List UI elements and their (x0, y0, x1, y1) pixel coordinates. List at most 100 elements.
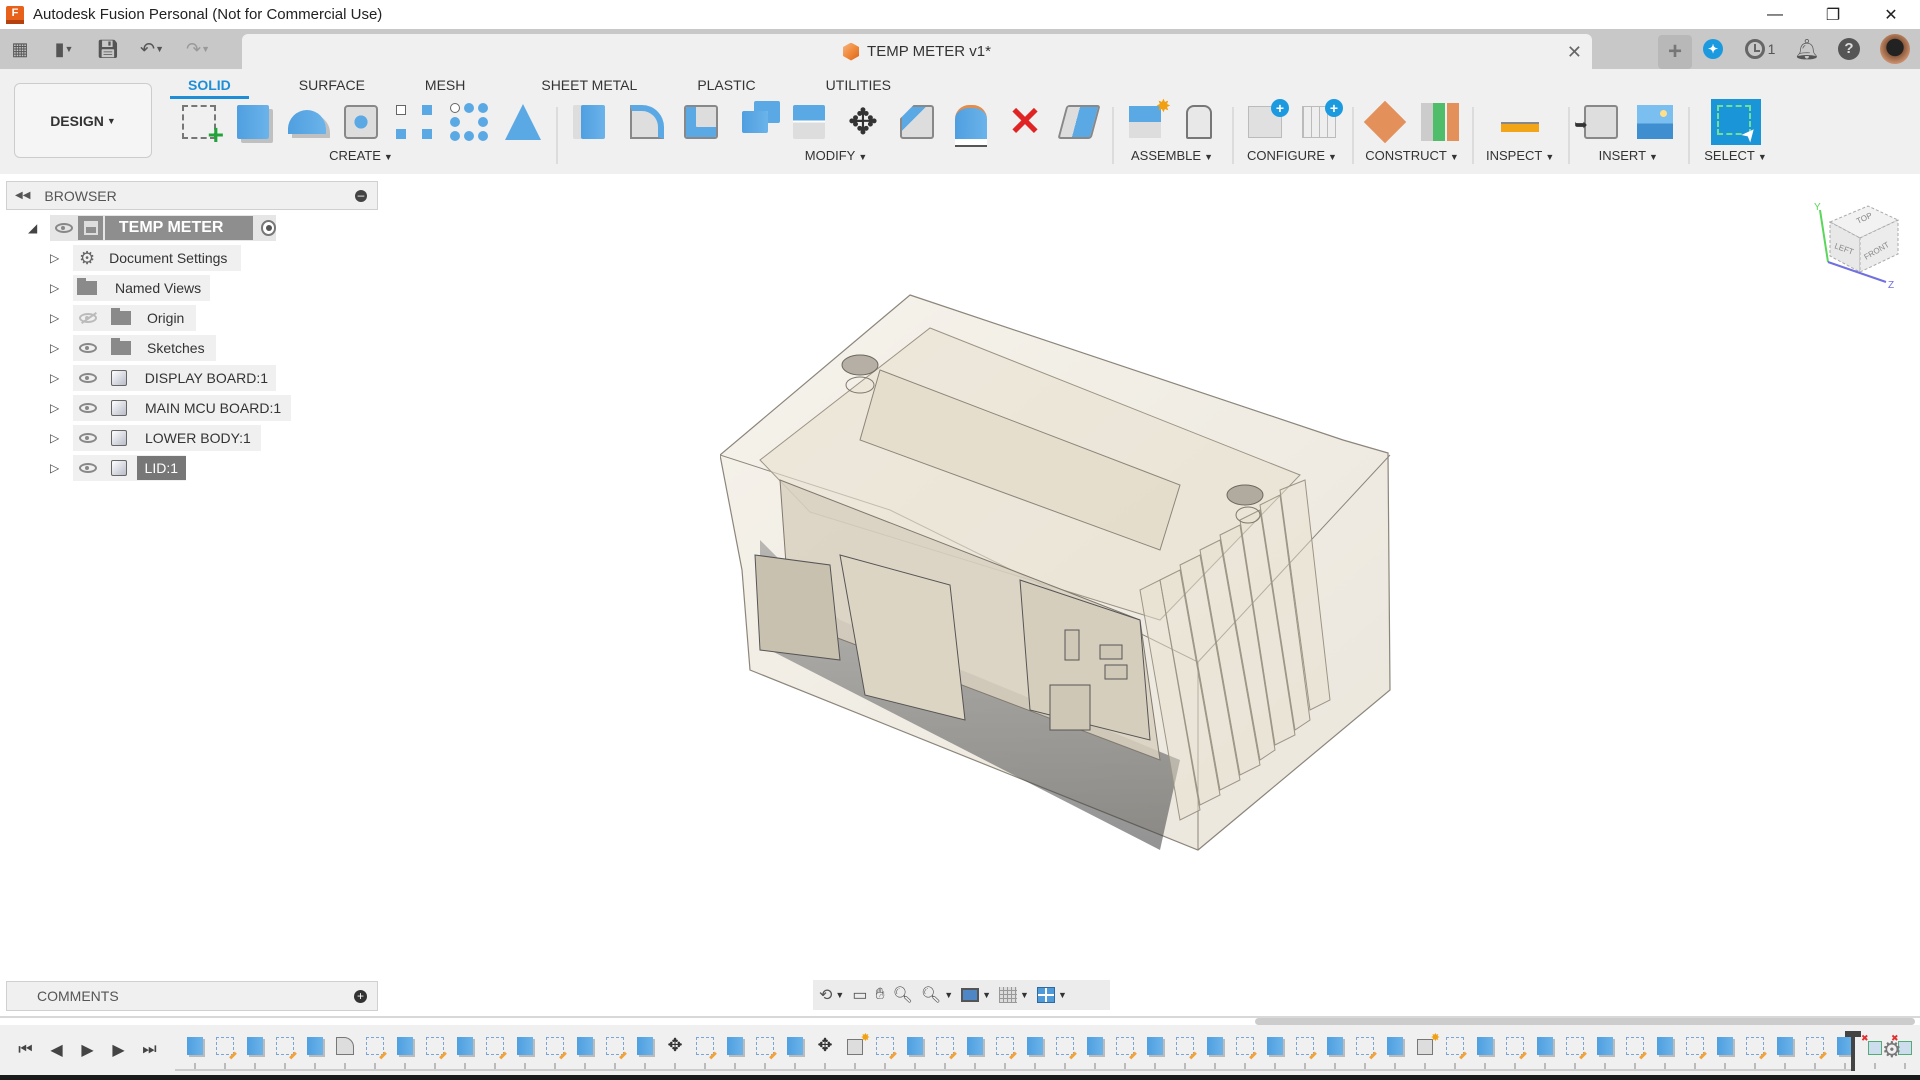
timeline-feature[interactable] (1470, 1033, 1500, 1069)
visibility-eye-icon[interactable] (50, 215, 78, 241)
timeline-feature[interactable] (570, 1033, 600, 1069)
close-tab-icon[interactable]: ✕ (1567, 42, 1582, 63)
rectangular-pattern-button[interactable] (388, 99, 442, 145)
data-panel-grid-icon[interactable]: ▦ (0, 29, 40, 69)
minimize-browser-icon[interactable]: – (355, 189, 367, 202)
timeline-feature[interactable] (690, 1033, 720, 1069)
timeline-feature[interactable] (1500, 1033, 1530, 1069)
expand-triangle-icon[interactable]: ▷ (50, 431, 62, 445)
measure-button[interactable] (1493, 99, 1547, 145)
new-component-button[interactable] (1118, 96, 1172, 145)
file-menu-icon[interactable]: ▮ ▼ (40, 29, 88, 69)
offset-plane-button[interactable] (1358, 99, 1412, 145)
timeline-feature[interactable] (210, 1033, 240, 1069)
timeline-feature[interactable] (1110, 1033, 1140, 1069)
assemble-menu[interactable]: ASSEMBLE ▼ (1131, 148, 1213, 163)
fillet-button[interactable] (620, 99, 674, 145)
press-pull-button[interactable] (566, 99, 620, 145)
component-small[interactable] (1064, 629, 1080, 661)
minimize-button[interactable]: — (1746, 0, 1804, 29)
document-tab[interactable]: TEMP METER v1* ✕ (242, 34, 1592, 69)
chamfer-button[interactable] (890, 99, 944, 145)
add-comment-icon[interactable]: + (354, 989, 367, 1003)
timeline-feature[interactable] (1350, 1033, 1380, 1069)
timeline-scrollbar[interactable] (1255, 1018, 1915, 1025)
timeline-feature[interactable] (300, 1033, 330, 1069)
timeline-feature[interactable] (390, 1033, 420, 1069)
timeline-settings-gear-icon[interactable]: ⚙ (1882, 1037, 1902, 1063)
close-window-button[interactable]: ✕ (1862, 0, 1920, 29)
component-block[interactable] (1049, 684, 1091, 731)
modify-menu[interactable]: MODIFY ▼ (805, 148, 867, 163)
hole-button[interactable] (334, 99, 388, 145)
timeline-feature[interactable]: ✥ (810, 1033, 840, 1069)
component-small[interactable] (1099, 644, 1123, 660)
timeline-feature[interactable] (900, 1033, 930, 1069)
restore-button[interactable]: ❐ (1804, 0, 1862, 29)
browser-panel-header[interactable]: ◀◀ BROWSER – (6, 181, 378, 210)
visibility-eye-icon[interactable] (73, 365, 103, 391)
configuration-table-button[interactable] (1292, 99, 1346, 145)
timeline-feature[interactable] (240, 1033, 270, 1069)
comments-panel[interactable]: COMMENTS + (6, 981, 378, 1011)
timeline-feature[interactable] (630, 1033, 660, 1069)
workspace-switcher[interactable]: DESIGN ▼ (14, 83, 152, 158)
activate-radio-icon[interactable] (260, 220, 276, 236)
pan-button[interactable]: ✋︎ (875, 980, 884, 1010)
notifications-button[interactable]: 🔔︎ (1786, 29, 1828, 69)
timeline-feature[interactable] (1020, 1033, 1050, 1069)
timeline-feature[interactable] (1620, 1033, 1650, 1069)
timeline-feature[interactable] (1590, 1033, 1620, 1069)
window-select-button[interactable] (1709, 99, 1763, 145)
timeline-feature[interactable] (840, 1031, 870, 1069)
step-back-button[interactable]: ◀ (41, 1039, 72, 1061)
timeline-feature[interactable] (1170, 1033, 1200, 1069)
timeline-feature[interactable] (960, 1033, 990, 1069)
tab-utilities[interactable]: UTILITIES (806, 75, 911, 99)
save-icon[interactable]: 💾︎ (88, 29, 128, 69)
usb-connector[interactable] (754, 554, 841, 661)
undo-icon[interactable]: ↶ ▼ (128, 29, 176, 69)
expand-triangle-icon[interactable]: ▷ (50, 401, 62, 415)
job-status-button[interactable]: 1 (1734, 29, 1786, 69)
expand-triangle-icon[interactable]: ▷ (50, 371, 62, 385)
timeline-feature[interactable] (1650, 1033, 1680, 1069)
timeline-feature[interactable] (480, 1033, 510, 1069)
new-tab-button[interactable]: + (1658, 35, 1692, 69)
configure-menu[interactable]: CONFIGURE ▼ (1247, 148, 1337, 163)
viewports-button[interactable]: ▼ (1036, 980, 1067, 1010)
play-button[interactable]: ▶ (72, 1039, 103, 1061)
step-forward-button[interactable]: ▶ (103, 1039, 134, 1061)
timeline-feature[interactable] (1530, 1033, 1560, 1069)
extrude-button[interactable] (226, 99, 280, 145)
inspect-menu[interactable]: INSPECT ▼ (1486, 148, 1554, 163)
visibility-eye-icon[interactable] (73, 395, 103, 421)
move-copy-button[interactable]: ✥ (836, 99, 890, 145)
tab-mesh[interactable]: MESH (405, 75, 515, 99)
component-small[interactable] (1104, 664, 1128, 680)
go-to-start-button[interactable]: ⏮ (10, 1039, 41, 1061)
timeline-feature[interactable] (510, 1033, 540, 1069)
insert-canvas-button[interactable] (1628, 99, 1682, 145)
expand-triangle-icon[interactable]: ▷ (50, 251, 62, 265)
create-menu[interactable]: CREATE ▼ (329, 148, 393, 163)
timeline-feature[interactable] (1560, 1033, 1590, 1069)
timeline-feature[interactable] (1410, 1031, 1440, 1069)
joint-button[interactable] (1172, 99, 1226, 145)
timeline-feature[interactable] (330, 1033, 360, 1069)
look-at-button[interactable]: ▭ (852, 980, 867, 1010)
split-body-button[interactable] (782, 99, 836, 145)
expand-triangle-icon[interactable]: ▷ (50, 461, 62, 475)
timeline-feature[interactable] (1770, 1033, 1800, 1069)
timeline-feature[interactable] (720, 1033, 750, 1069)
tab-sheet-metal[interactable]: SHEET METAL (515, 75, 677, 99)
timeline-feature[interactable] (270, 1033, 300, 1069)
timeline-feature[interactable] (1140, 1033, 1170, 1069)
offset-face-button[interactable] (944, 99, 998, 145)
visibility-eye-icon[interactable] (73, 335, 103, 361)
timeline-feature[interactable] (990, 1033, 1020, 1069)
timeline-feature[interactable] (360, 1033, 390, 1069)
timeline-feature[interactable] (1740, 1033, 1770, 1069)
timeline-feature[interactable] (1260, 1033, 1290, 1069)
visibility-eye-icon[interactable] (73, 425, 103, 451)
